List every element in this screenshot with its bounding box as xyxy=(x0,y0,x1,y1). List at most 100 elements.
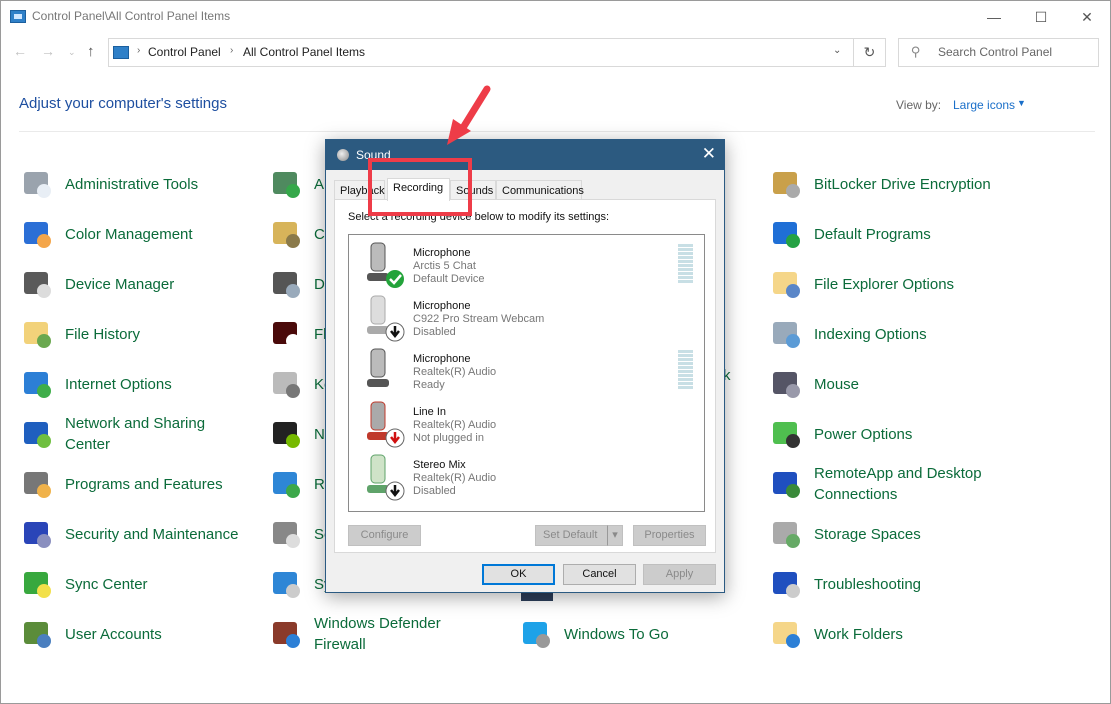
level-meter xyxy=(678,350,693,390)
item-label[interactable]: R xyxy=(314,474,325,495)
devices-printers-icon xyxy=(269,267,303,301)
item-label[interactable]: Indexing Options xyxy=(814,324,927,345)
item-label[interactable]: Sync Center xyxy=(65,574,148,595)
navigation-bar: ← → ⌄ ↑ › Control Panel › All Control Pa… xyxy=(1,38,1110,68)
ok-button[interactable]: OK xyxy=(482,564,555,585)
refresh-button[interactable]: ↻ xyxy=(854,38,886,67)
view-by-dropdown[interactable]: Large icons xyxy=(953,98,1015,112)
item-label[interactable]: A xyxy=(314,174,324,195)
item-label[interactable]: D xyxy=(314,274,325,295)
item-label[interactable]: Troubleshooting xyxy=(814,574,921,595)
item-label[interactable]: Network and Sharing Center xyxy=(65,413,245,455)
item-label[interactable]: User Accounts xyxy=(65,624,162,645)
troubleshoot-icon xyxy=(769,567,803,601)
item-label[interactable]: BitLocker Drive Encryption xyxy=(814,174,991,195)
device-description: Realtek(R) Audio xyxy=(413,472,497,484)
device-row[interactable]: Stereo Mix Realtek(R) Audio Disabled xyxy=(349,450,704,503)
device-row[interactable]: Microphone C922 Pro Stream Webcam Disabl… xyxy=(349,291,704,344)
sync-icon xyxy=(20,567,54,601)
microphone-icon xyxy=(367,348,389,387)
view-by-label: View by: xyxy=(896,98,942,112)
device-description: Realtek(R) Audio xyxy=(413,419,497,431)
microphone-icon xyxy=(367,295,405,342)
item-label[interactable]: C xyxy=(314,224,325,245)
chevron-down-icon[interactable]: ▼ xyxy=(1017,98,1026,108)
credential-icon xyxy=(269,217,303,251)
device-name: Microphone xyxy=(413,247,471,259)
item-label[interactable]: Windows To Go xyxy=(564,624,669,645)
item-label[interactable]: RemoteApp and Desktop Connections xyxy=(814,463,994,505)
item-label[interactable]: Work Folders xyxy=(814,624,903,645)
flag-icon xyxy=(20,517,54,551)
item-label[interactable]: File Explorer Options xyxy=(814,274,954,295)
item-label[interactable]: File History xyxy=(65,324,140,345)
back-button[interactable]: ← xyxy=(13,43,27,59)
forward-button[interactable]: → xyxy=(41,43,55,59)
apply-button[interactable]: Apply xyxy=(643,564,716,585)
maximize-button[interactable]: ☐ xyxy=(1018,1,1064,33)
item-label[interactable]: Windows Defender Firewall xyxy=(314,613,494,655)
recent-locations-button[interactable]: ⌄ xyxy=(68,47,76,58)
divider xyxy=(19,131,1095,132)
network-icon xyxy=(20,417,54,451)
set-default-dropdown[interactable]: ▾ xyxy=(607,525,623,546)
item-label[interactable]: Device Manager xyxy=(65,274,174,295)
folder-options-icon xyxy=(769,267,803,301)
item-label[interactable]: Color Management xyxy=(65,224,193,245)
admin-tools-icon xyxy=(20,167,54,201)
search-input[interactable]: ⚲ Search Control Panel xyxy=(898,38,1099,67)
work-folders-icon xyxy=(769,617,803,651)
breadcrumb-all-items[interactable]: All Control Panel Items xyxy=(243,45,365,59)
flash-icon xyxy=(269,317,303,351)
item-label[interactable]: Default Programs xyxy=(814,224,931,245)
breadcrumb-separator: › xyxy=(137,45,141,56)
item-label[interactable]: N xyxy=(314,424,325,445)
address-bar[interactable]: › Control Panel › All Control Panel Item… xyxy=(108,38,854,67)
device-status: Not plugged in xyxy=(413,432,484,444)
cancel-button[interactable]: Cancel xyxy=(563,564,636,585)
mouse-icon xyxy=(769,367,803,401)
tab-communications[interactable]: Communications xyxy=(496,180,584,200)
hidden-item-fragment xyxy=(521,593,553,601)
device-name: Microphone xyxy=(413,353,471,365)
line-in-cable-icon xyxy=(367,401,405,448)
breadcrumb-control-panel[interactable]: Control Panel xyxy=(148,45,221,59)
recording-panel: Select a recording device below to modif… xyxy=(334,199,716,553)
device-row[interactable]: Microphone Arctis 5 Chat Default Device xyxy=(349,238,704,291)
item-label[interactable]: Administrative Tools xyxy=(65,174,198,195)
page-title: Adjust your computer's settings xyxy=(19,95,227,112)
item-label[interactable]: Mouse xyxy=(814,374,859,395)
users-icon xyxy=(20,617,54,651)
sound-icon xyxy=(269,517,303,551)
keyboard-icon xyxy=(269,367,303,401)
device-list[interactable]: Microphone Arctis 5 Chat Default Device … xyxy=(348,234,705,512)
window-title: Control Panel\All Control Panel Items xyxy=(32,9,231,23)
set-default-button[interactable]: Set Default xyxy=(535,525,608,546)
dialog-close-button[interactable]: ✕ xyxy=(702,144,716,164)
device-row[interactable]: Microphone Realtek(R) Audio Ready xyxy=(349,344,704,397)
color-management-icon xyxy=(20,217,54,251)
minimize-button[interactable]: — xyxy=(971,1,1017,33)
microphone-icon xyxy=(367,242,404,288)
close-button[interactable]: ✕ xyxy=(1064,1,1110,33)
remoteapp-icon xyxy=(769,467,803,501)
configure-button[interactable]: Configure xyxy=(348,525,421,546)
up-button[interactable]: ↑ xyxy=(87,43,95,60)
address-dropdown-icon[interactable]: ⌄ xyxy=(833,45,841,56)
item-label[interactable]: Security and Maintenance xyxy=(65,524,238,545)
nvidia-icon xyxy=(269,417,303,451)
indexing-icon xyxy=(769,317,803,351)
properties-button[interactable]: Properties xyxy=(633,525,706,546)
device-name: Stereo Mix xyxy=(413,459,466,471)
breadcrumb-separator: › xyxy=(230,45,234,56)
programs-icon xyxy=(20,467,54,501)
device-row[interactable]: Line In Realtek(R) Audio Not plugged in xyxy=(349,397,704,450)
item-label[interactable]: Internet Options xyxy=(65,374,172,395)
annotation-highlight-box xyxy=(368,158,472,216)
item-label[interactable]: Storage Spaces xyxy=(814,524,921,545)
control-panel-icon xyxy=(10,10,26,23)
level-meter xyxy=(678,244,693,284)
control-panel-icon xyxy=(113,46,129,59)
item-label[interactable]: Power Options xyxy=(814,424,912,445)
item-label[interactable]: Programs and Features xyxy=(65,474,223,495)
